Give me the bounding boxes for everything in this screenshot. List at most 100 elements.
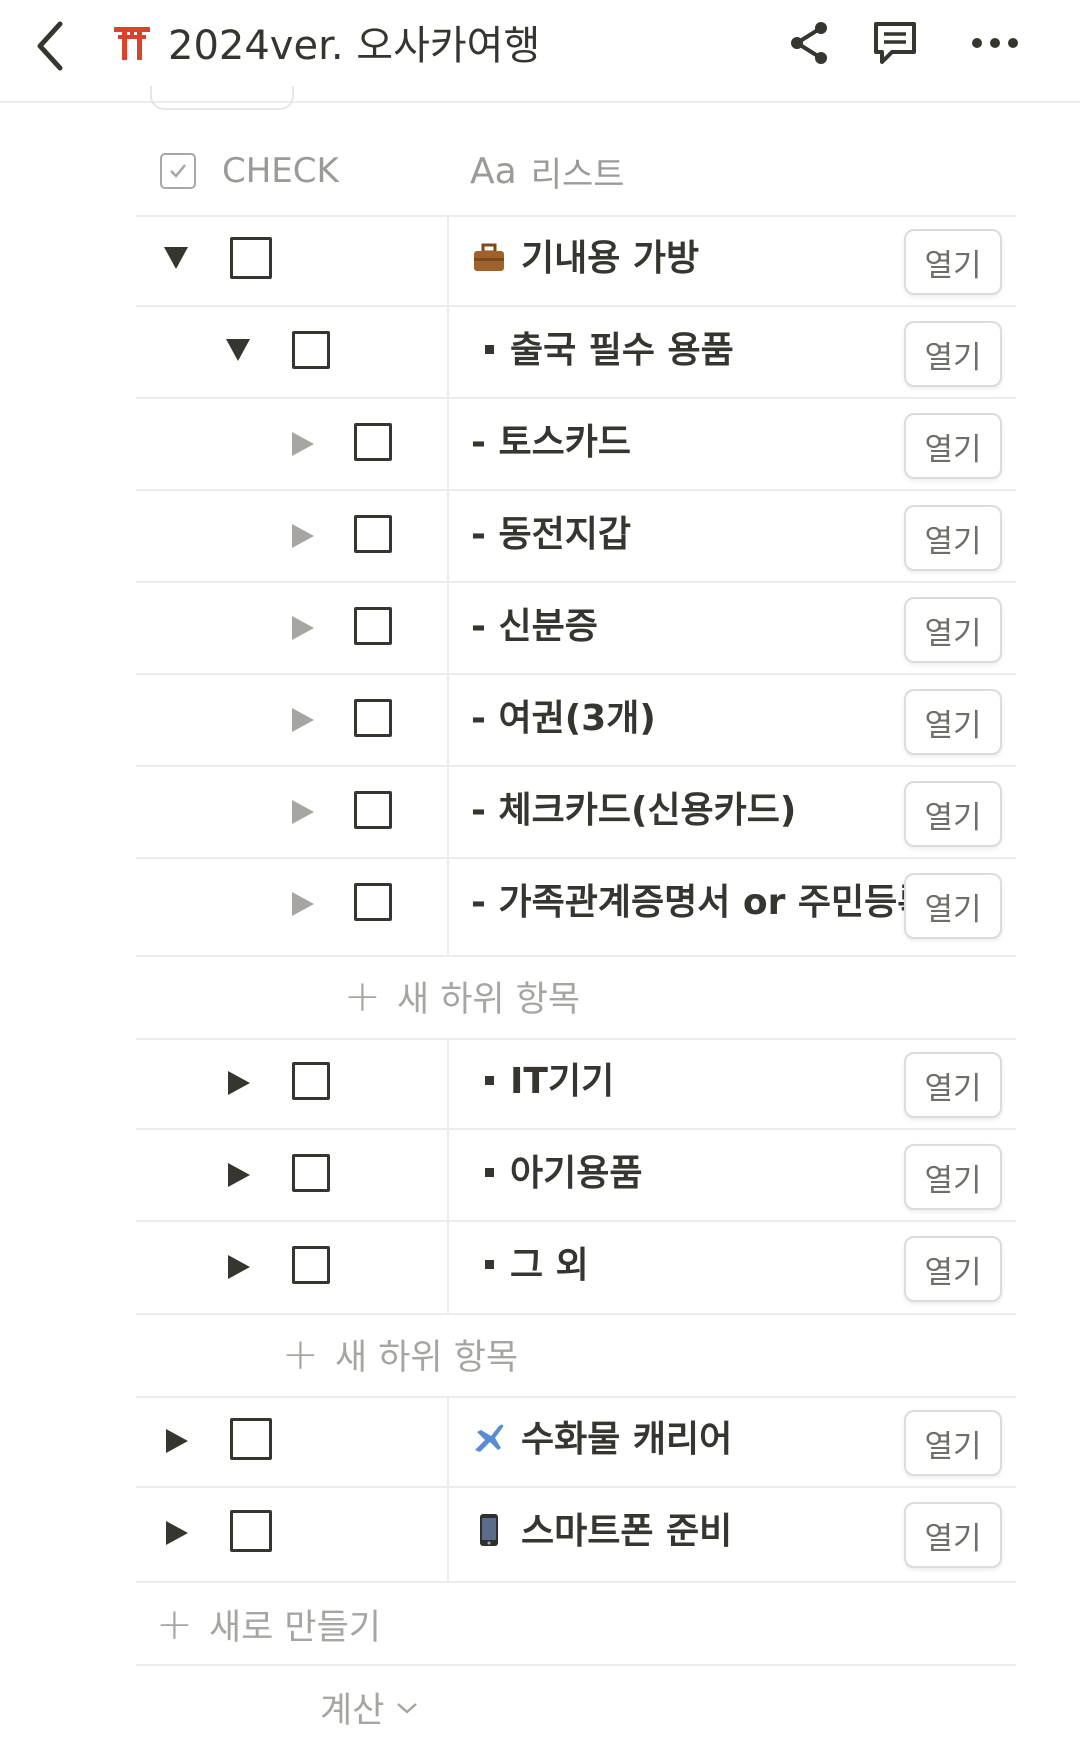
checkbox[interactable] [354,423,392,461]
open-button[interactable]: 열기 [904,689,1002,755]
checkbox[interactable] [354,607,392,645]
table-row[interactable]: - 여권(3개) 열기 [136,675,1016,767]
open-button[interactable]: 열기 [904,873,1002,939]
open-button[interactable]: 열기 [904,1144,1002,1210]
expand-toggle-icon[interactable] [292,524,314,548]
table-row[interactable]: - 토스카드 열기 [136,399,1016,491]
bullet-icon [485,344,494,354]
open-button[interactable]: 열기 [904,229,1002,295]
plus-icon: + [156,1598,193,1650]
checkbox[interactable] [354,883,392,921]
open-button[interactable]: 열기 [904,413,1002,479]
airplane-icon [475,1424,504,1452]
expand-toggle-icon[interactable] [228,1071,250,1095]
column-header-list[interactable]: Aa 리스트 [470,136,625,206]
table-row[interactable]: 아기용품 열기 [136,1130,1016,1222]
expand-toggle-icon[interactable] [292,892,314,916]
mobile-phone-icon [480,1514,498,1546]
open-button[interactable]: 열기 [904,505,1002,571]
share-icon[interactable] [785,18,835,68]
table-row[interactable]: 그 외 열기 [136,1222,1016,1312]
row-label: 수화물 캐리어 [521,1412,732,1464]
table-row[interactable]: - 동전지갑 열기 [136,491,1016,583]
row-label: - 여권(3개) [471,691,656,743]
checkbox[interactable] [292,1246,330,1284]
row-label: 기내용 가방 [521,231,699,283]
back-chevron-icon[interactable] [32,16,72,76]
row-label: - 체크카드(신용카드) [471,783,796,835]
table-row[interactable]: IT기기 열기 [136,1038,1016,1130]
table-row[interactable]: 스마트폰 준비 열기 [136,1488,1016,1578]
table-row[interactable]: 수화물 캐리어 열기 [136,1396,1016,1488]
checkbox[interactable] [354,699,392,737]
checkbox[interactable] [292,1154,330,1192]
open-button[interactable]: 열기 [904,1502,1002,1568]
row-label: - 가족관계증명서 or 주민등록등본 [471,875,911,927]
open-button[interactable]: 열기 [904,1410,1002,1476]
checkbox[interactable] [292,1062,330,1100]
open-button[interactable]: 열기 [904,1236,1002,1302]
open-button[interactable]: 열기 [904,781,1002,847]
plus-icon: + [282,1328,319,1380]
divider [136,1313,1016,1315]
checkbox[interactable] [230,237,272,279]
more-icon[interactable] [970,18,1020,68]
row-label: - 신분증 [471,599,598,651]
row-label: 아기용품 [510,1146,642,1198]
open-button[interactable]: 열기 [904,1052,1002,1118]
row-label: IT기기 [510,1054,614,1106]
checkbox[interactable] [354,791,392,829]
column-header-check-label: CHECK [222,151,339,191]
bullet-icon [485,1259,494,1269]
row-label: - 동전지갑 [471,507,631,559]
expand-toggle-icon[interactable] [166,1429,188,1453]
column-header-check[interactable]: CHECK [160,136,339,206]
text-property-icon: Aa [470,150,517,192]
row-label: - 토스카드 [471,415,631,467]
new-item-label: 새로 만들기 [208,1607,382,1648]
page-title-area[interactable]: 2024ver. 오사카여행 [112,12,540,72]
table-row[interactable]: - 신분증 열기 [136,583,1016,675]
row-title[interactable]: - 가족관계증명서 or 주민등록등본 [471,875,911,927]
new-item-button[interactable]: + 새로 만들기 [156,1596,381,1652]
divider [136,1581,1016,1583]
divider [136,1664,1016,1666]
checkbox[interactable] [230,1510,272,1552]
collapse-toggle-icon[interactable] [164,247,188,269]
table-row[interactable]: - 가족관계증명서 or 주민등록등본 열기 [136,859,1016,949]
bullet-icon [485,1075,494,1085]
table-row[interactable]: 출국 필수 용품 열기 [136,307,1016,399]
calculate-dropdown[interactable]: 계산 [320,1682,420,1733]
expand-toggle-icon[interactable] [292,708,314,732]
torii-gate-icon [114,27,150,60]
page-title: 2024ver. 오사카여행 [168,23,541,69]
new-sub-item-button[interactable]: + 새 하위 항목 [344,968,580,1024]
expand-toggle-icon[interactable] [292,800,314,824]
briefcase-icon [474,243,504,271]
scrolled-element-edge [150,86,294,110]
table-row[interactable]: 기내용 가방 열기 [136,215,1016,307]
expand-toggle-icon[interactable] [292,432,314,456]
checkbox[interactable] [354,515,392,553]
plus-icon: + [344,970,381,1022]
column-header-list-label: 리스트 [530,154,625,195]
calculate-label: 계산 [320,1691,385,1731]
checkbox[interactable] [230,1418,272,1460]
table-row[interactable]: - 체크카드(신용카드) 열기 [136,767,1016,859]
bullet-icon [485,1167,494,1177]
collapse-toggle-icon[interactable] [226,339,250,361]
checkbox-column-icon [160,153,196,189]
expand-toggle-icon[interactable] [292,616,314,640]
chevron-down-icon [397,1702,418,1714]
expand-toggle-icon[interactable] [228,1163,250,1187]
new-sub-item-button[interactable]: + 새 하위 항목 [282,1326,518,1382]
comment-icon[interactable] [870,18,920,68]
open-button[interactable]: 열기 [904,321,1002,387]
open-button[interactable]: 열기 [904,597,1002,663]
expand-toggle-icon[interactable] [166,1521,188,1545]
checkbox[interactable] [292,331,330,369]
expand-toggle-icon[interactable] [228,1255,250,1279]
new-sub-item-label: 새 하위 항목 [396,979,581,1020]
row-label: 그 외 [510,1238,589,1290]
new-sub-item-label: 새 하위 항목 [334,1337,519,1378]
